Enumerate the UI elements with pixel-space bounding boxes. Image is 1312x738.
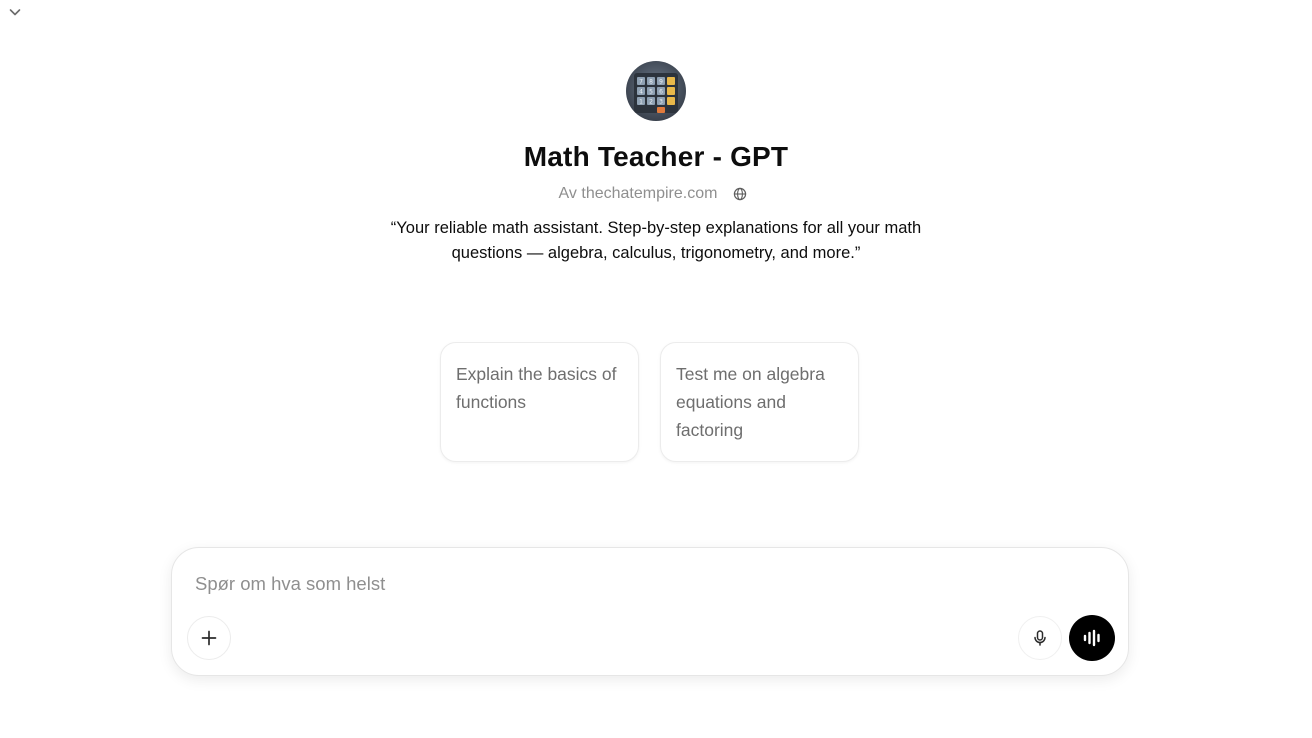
message-composer (171, 547, 1129, 676)
chat-page: 789 456 123 Math Teacher - GPT Av thecha… (0, 0, 1312, 738)
starter-card-functions[interactable]: Explain the basics of functions (440, 342, 639, 462)
microphone-icon (1034, 630, 1046, 646)
globe-icon[interactable] (727, 181, 753, 207)
gpt-author: Av thechatempire.com (558, 185, 718, 202)
voice-mode-icon (1083, 629, 1100, 647)
svg-text:9: 9 (659, 79, 663, 86)
svg-text:4: 4 (639, 89, 643, 96)
message-input[interactable] (195, 570, 1015, 598)
svg-text:7: 7 (639, 79, 643, 86)
gpt-description: “Your reliable math assistant. Step-by-s… (390, 219, 922, 262)
voice-mode-button[interactable] (1069, 615, 1115, 661)
conversation-starters: Explain the basics of functions Test me … (440, 342, 859, 462)
gpt-intro: 789 456 123 Math Teacher - GPT Av thecha… (0, 61, 1312, 266)
plus-icon (201, 630, 217, 646)
chevron-down-icon[interactable] (4, 2, 26, 22)
svg-text:8: 8 (649, 79, 653, 86)
gpt-title: Math Teacher - GPT (523, 141, 789, 172)
svg-text:3: 3 (659, 99, 663, 106)
svg-text:1: 1 (639, 99, 643, 106)
calculator-icon: 789 456 123 (634, 73, 678, 113)
starter-card-algebra[interactable]: Test me on algebra equations and factori… (660, 342, 859, 462)
gpt-avatar: 789 456 123 (626, 61, 686, 121)
gpt-author-row: Av thechatempire.com (559, 181, 754, 207)
add-attachment-button[interactable] (187, 616, 231, 660)
svg-text:2: 2 (649, 99, 653, 106)
svg-text:6: 6 (659, 89, 663, 96)
dictate-button[interactable] (1018, 616, 1062, 660)
svg-text:5: 5 (649, 89, 653, 96)
